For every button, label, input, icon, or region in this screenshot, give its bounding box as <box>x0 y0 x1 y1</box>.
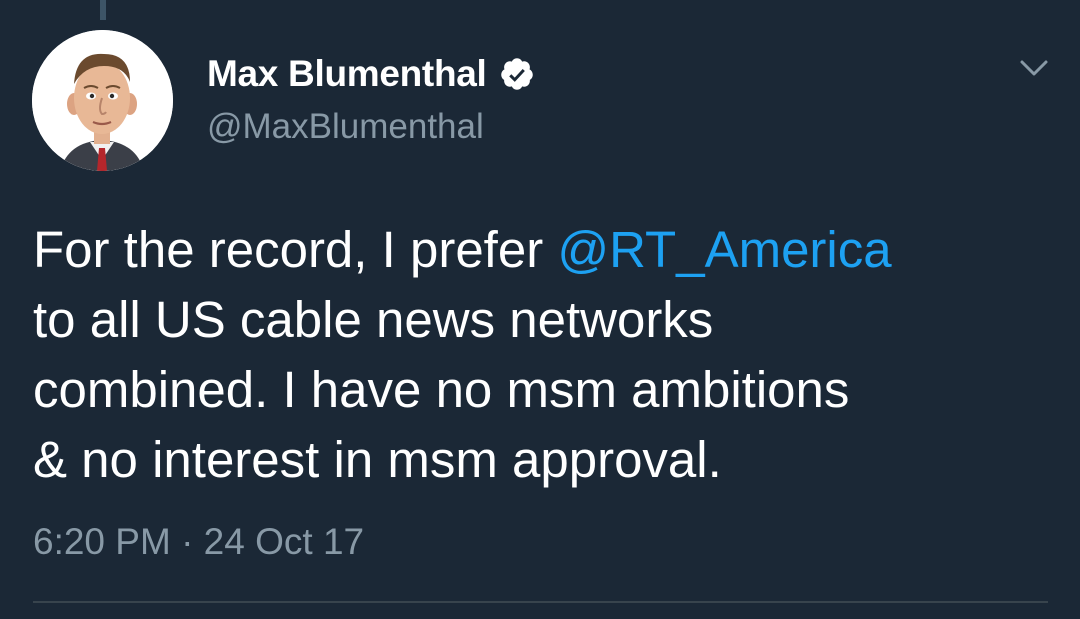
tweet-text-line: to all US cable news networks <box>33 291 714 348</box>
author-display-name[interactable]: Max Blumenthal <box>207 53 487 95</box>
tweet-body: For the record, I prefer @RT_America to … <box>33 215 1063 495</box>
mention-link[interactable]: @RT_America <box>557 221 891 278</box>
divider <box>33 601 1048 603</box>
tweet-text-segment: For the record, I prefer <box>33 221 558 278</box>
tweet-text-line: & no interest in msm approval. <box>33 431 722 488</box>
author-name-row[interactable]: Max Blumenthal <box>207 52 535 96</box>
tweet-timestamp[interactable]: 6:20 PM · 24 Oct 17 <box>33 521 364 563</box>
avatar[interactable] <box>32 30 173 171</box>
tweet-text-line: For the record, I prefer @RT_America <box>33 215 1063 285</box>
tweet-text-line: combined. I have no msm ambitions <box>33 361 850 418</box>
caricature-portrait-icon <box>32 30 173 171</box>
thread-connector-line <box>100 0 106 20</box>
author-handle[interactable]: @MaxBlumenthal <box>207 107 484 147</box>
chevron-down-icon[interactable] <box>1017 56 1051 80</box>
verified-badge-icon <box>499 56 535 92</box>
